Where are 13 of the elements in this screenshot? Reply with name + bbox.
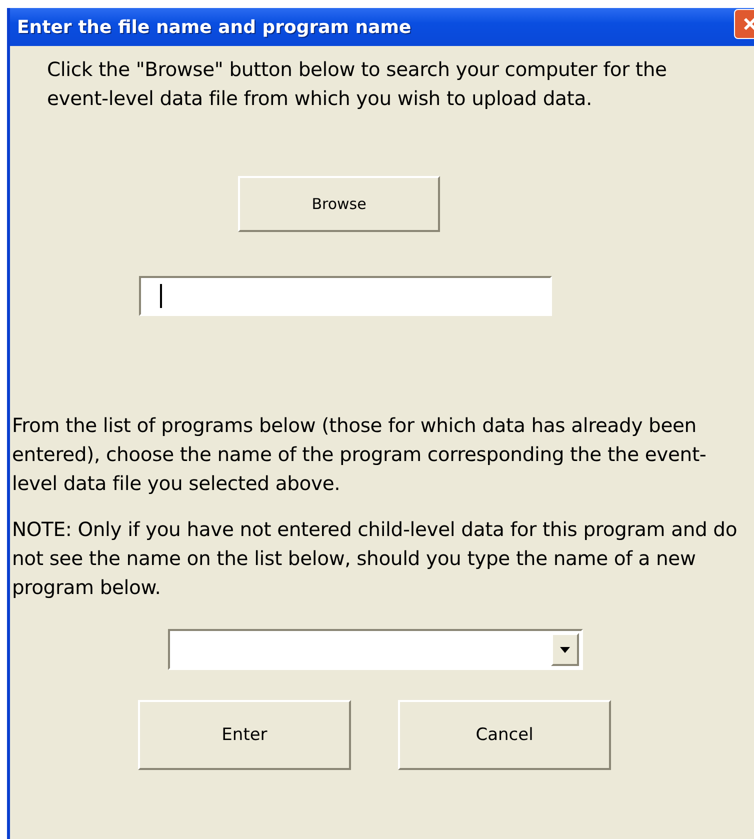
dropdown-button[interactable] [551, 633, 579, 666]
note-text: NOTE: Only if you have not entered child-level data for this program and do not see the name on the list below, should you type the name of a new program below. [12, 517, 738, 601]
window-title: Enter the file name and program name [17, 16, 412, 38]
browse-button[interactable]: Browse [238, 176, 440, 232]
instructions-text: Click the "Browse" button below to search your computer for the event-level data file from which you wish to upload data. [47, 57, 668, 112]
text-cursor [160, 284, 162, 308]
file-name-field[interactable] [139, 276, 552, 316]
cancel-button[interactable]: Cancel [398, 700, 611, 770]
program-instructions-text: From the list of programs below (those for which data has already been entered), choose the name of the program corresponding the the event-level data file you selected above. [12, 413, 708, 497]
program-dropdown[interactable] [168, 629, 583, 670]
close-icon [742, 16, 754, 32]
enter-button[interactable]: Enter [138, 700, 351, 770]
caret-icon [560, 646, 570, 652]
